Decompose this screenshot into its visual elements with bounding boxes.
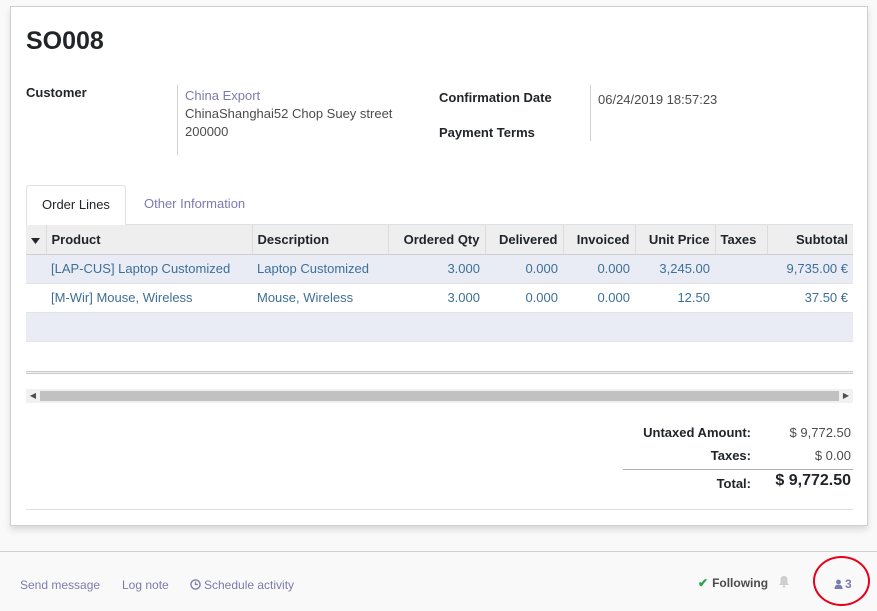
cell-product[interactable]: [LAP-CUS] Laptop Customized <box>46 254 252 284</box>
confirmation-date-value: 06/24/2019 18:57:23 <box>598 92 718 107</box>
customer-address-line2: 200000 <box>185 124 229 139</box>
horizontal-scrollbar[interactable]: ◀ ▶ <box>26 389 853 403</box>
notebook-tabs: Order Lines Other Information <box>26 185 853 226</box>
send-message-button[interactable]: Send message <box>20 578 100 592</box>
record-title: SO008 <box>26 27 104 55</box>
total-label: Total: <box>716 476 751 491</box>
column-header-subtotal[interactable]: Subtotal <box>766 225 853 255</box>
taxes-value: $ 0.00 <box>814 448 851 463</box>
table-row[interactable]: [M-Wir] Mouse, Wireless Mouse, Wireless … <box>26 283 853 313</box>
confirmation-date-label: Confirmation Date <box>439 90 552 105</box>
sort-column-header[interactable] <box>26 225 46 255</box>
schedule-activity-button[interactable]: Schedule activity <box>190 578 294 592</box>
following-label: Following <box>712 576 769 590</box>
untaxed-amount-value: $ 9,772.50 <box>789 425 851 440</box>
field-divider <box>177 85 178 155</box>
field-divider <box>590 85 591 141</box>
caret-down-icon <box>31 237 41 244</box>
table-row[interactable]: [LAP-CUS] Laptop Customized Laptop Custo… <box>26 254 853 284</box>
row-handle-cell <box>26 283 46 313</box>
order-lines-table: Product Description Ordered Qty Delivere… <box>26 225 853 370</box>
cell-subtotal: 37.50 € <box>767 283 853 313</box>
cell-invoiced[interactable]: 0.000 <box>563 283 635 313</box>
column-header-product[interactable]: Product <box>45 225 252 255</box>
column-header-unit-price[interactable]: Unit Price <box>634 225 715 255</box>
cell-ordered-qty[interactable]: 3.000 <box>388 283 485 313</box>
column-header-taxes[interactable]: Taxes <box>714 225 767 255</box>
scroll-left-icon[interactable]: ◀ <box>26 389 40 403</box>
cell-ordered-qty[interactable]: 3.000 <box>388 254 485 284</box>
log-note-button[interactable]: Log note <box>122 578 169 592</box>
table-footer-bar <box>26 371 853 374</box>
customer-link[interactable]: China Export <box>185 88 260 103</box>
row-handle-cell <box>26 254 46 284</box>
schedule-activity-label: Schedule activity <box>204 578 295 592</box>
cell-unit-price[interactable]: 3,245.00 <box>635 254 715 284</box>
tab-other-information[interactable]: Other Information <box>129 185 260 225</box>
total-value: $ 9,772.50 <box>775 472 851 489</box>
column-header-invoiced[interactable]: Invoiced <box>562 225 635 255</box>
chatter-bar: Send message Log note Schedule activity … <box>0 551 877 611</box>
cell-taxes[interactable] <box>715 283 767 313</box>
cell-description[interactable]: Laptop Customized <box>252 254 388 284</box>
empty-row <box>26 312 853 342</box>
bell-icon[interactable] <box>778 575 790 588</box>
cell-delivered[interactable]: 0.000 <box>485 254 563 284</box>
scrollbar-thumb[interactable] <box>40 391 839 401</box>
following-button[interactable]: ✔ Following <box>698 576 768 590</box>
form-bottom-divider <box>26 509 853 510</box>
empty-row <box>26 341 853 370</box>
cell-product[interactable]: [M-Wir] Mouse, Wireless <box>46 283 252 313</box>
customer-label: Customer <box>26 85 87 100</box>
check-icon: ✔ <box>698 576 709 590</box>
taxes-label: Taxes: <box>710 448 751 463</box>
cell-delivered[interactable]: 0.000 <box>485 283 563 313</box>
payment-terms-label: Payment Terms <box>439 125 535 140</box>
cell-taxes[interactable] <box>715 254 767 284</box>
column-header-ordered-qty[interactable]: Ordered Qty <box>387 225 485 255</box>
cell-subtotal: 9,735.00 € <box>767 254 853 284</box>
cell-invoiced[interactable]: 0.000 <box>563 254 635 284</box>
cell-unit-price[interactable]: 12.50 <box>635 283 715 313</box>
highlight-circle-annotation <box>813 556 870 606</box>
column-header-delivered[interactable]: Delivered <box>484 225 563 255</box>
clock-icon <box>190 579 201 590</box>
cell-description[interactable]: Mouse, Wireless <box>252 283 388 313</box>
tab-order-lines[interactable]: Order Lines <box>26 185 126 226</box>
totals-divider <box>623 469 853 470</box>
column-header-description[interactable]: Description <box>251 225 388 255</box>
untaxed-amount-label: Untaxed Amount: <box>643 425 751 440</box>
table-header-row: Product Description Ordered Qty Delivere… <box>26 225 853 255</box>
scroll-right-icon[interactable]: ▶ <box>839 389 853 403</box>
customer-address-line1: ChinaShanghai52 Chop Suey street <box>185 106 393 121</box>
form-sheet: SO008 Customer China Export ChinaShangha… <box>10 6 868 526</box>
